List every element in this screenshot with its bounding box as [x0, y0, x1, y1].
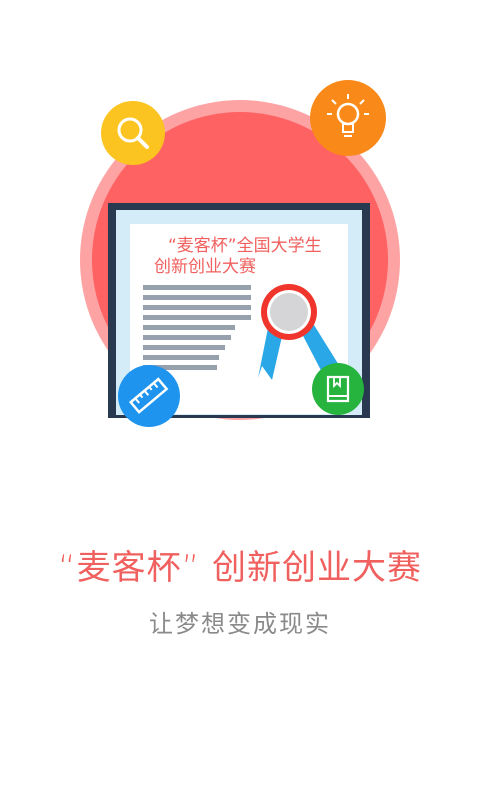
- certificate-title-line2: 创新创业大赛: [154, 256, 256, 277]
- splash-illustration: “麦客杯”全国大学生 创新创业大赛: [80, 80, 400, 427]
- lightbulb-icon: [310, 80, 386, 156]
- book-icon: [312, 363, 364, 415]
- page-subtitle: 让梦想变成现实: [149, 610, 331, 638]
- ruler-icon: [118, 365, 180, 427]
- certificate-title-line1: “麦客杯”全国大学生: [168, 236, 322, 256]
- search-icon: [101, 101, 165, 165]
- page-title: “麦客杯” 创新创业大赛: [57, 548, 423, 588]
